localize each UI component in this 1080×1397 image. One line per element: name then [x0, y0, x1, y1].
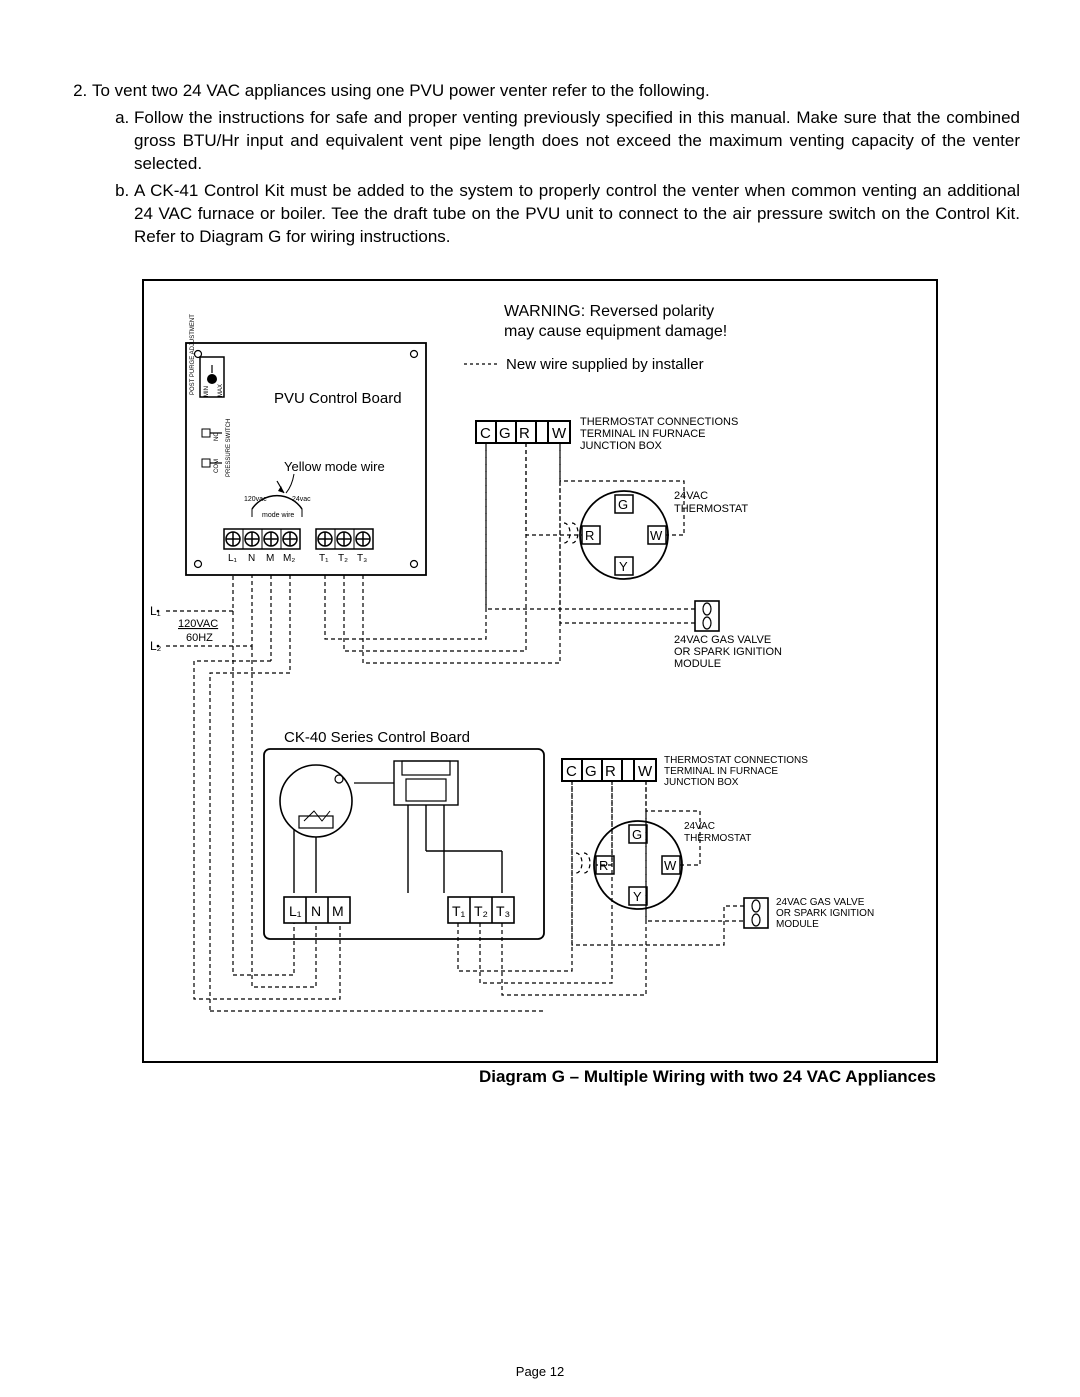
jb2-l1: THERMOSTAT CONNECTIONS: [664, 755, 808, 766]
ck-n: N: [311, 903, 321, 919]
mode-wire-label: mode wire: [262, 512, 294, 519]
pvu-term-m: M: [266, 553, 274, 564]
instruction-2a: Follow the instructions for safe and pro…: [134, 107, 1020, 176]
th2-y: Y: [633, 889, 642, 904]
upper-thermostat: G R W Y 24VAC THERMOSTAT: [580, 490, 748, 579]
pvu-term-l1: L₁: [228, 553, 238, 564]
warning-line1: WARNING: Reversed polarity: [504, 303, 714, 320]
jb-g: G: [499, 425, 511, 442]
post-purge-label: POST PURGE ADJUSTMENT: [190, 313, 196, 394]
jb-label2: TERMINAL IN FURNACE: [580, 428, 706, 440]
pressure-switch-label: PRESSURE SWITCH: [226, 418, 232, 476]
diagram-caption: Diagram G – Multiple Wiring with two 24 …: [144, 1067, 936, 1087]
gv-l3: MODULE: [674, 658, 721, 670]
gv-l1: 24VAC GAS VALVE: [674, 634, 771, 646]
lower-gas-valve: 24VAC GAS VALVE OR SPARK IGNITION MODULE: [744, 897, 874, 930]
l2-sym: L₂: [150, 639, 162, 653]
th-y: Y: [619, 559, 628, 574]
yellow-mode-label: Yellow mode wire: [284, 459, 385, 474]
th-g: G: [618, 497, 628, 512]
ck-t2: T₂: [474, 903, 488, 919]
pvu-term-m2: M₂: [283, 553, 295, 564]
th2-g: G: [632, 827, 642, 842]
th2-w: W: [664, 858, 677, 873]
gv-l2: OR SPARK IGNITION: [674, 646, 782, 658]
jb2-l2: TERMINAL IN FURNACE: [664, 766, 778, 777]
th-w: W: [650, 528, 663, 543]
v24-label: 24vac: [292, 496, 311, 503]
ck40-label: CK-40 Series Control Board: [284, 729, 470, 746]
ck-t1: T₁: [452, 903, 466, 919]
instruction-block: To vent two 24 VAC appliances using one …: [60, 80, 1020, 249]
warning-line2: may cause equipment damage!: [504, 323, 727, 340]
th-24-l2: THERMOSTAT: [674, 503, 748, 515]
instruction-2b: A CK-41 Control Kit must be added to the…: [134, 180, 1020, 249]
th2-24-l2: THERMOSTAT: [684, 833, 751, 844]
lower-junction-box: C G R W THERMOSTAT CONNECTIONS TERMINAL …: [562, 755, 808, 788]
instruction-2-text: To vent two 24 VAC appliances using one …: [92, 81, 710, 100]
jb-c: C: [480, 425, 491, 442]
ck40-control-board: CK-40 Series Control Board: [264, 729, 544, 939]
pvu-term-t2: T₂: [338, 553, 348, 564]
gv2-l2: OR SPARK IGNITION: [776, 908, 874, 919]
pvu-board-label: PVU Control Board: [274, 390, 402, 407]
upper-junction-box: C G R W THERMOSTAT CONNECTIONS TERMINAL …: [476, 416, 738, 452]
min-label: MIN: [204, 386, 210, 397]
gv2-l3: MODULE: [776, 919, 819, 930]
power-120: 120VAC: [178, 618, 218, 630]
legend-text: New wire supplied by installer: [506, 356, 704, 373]
jb2-w: W: [638, 763, 653, 780]
jb-r: R: [519, 425, 530, 442]
jb2-g: G: [585, 763, 597, 780]
com-label: COM: [214, 459, 220, 473]
jb2-l3: JUNCTION BOX: [664, 777, 739, 788]
jb-label1: THERMOSTAT CONNECTIONS: [580, 416, 738, 428]
jb-w: W: [552, 425, 567, 442]
power-lines: L₁ L₂ 120VAC 60HZ: [150, 604, 218, 653]
diagram-g: WARNING: Reversed polarity may cause equ…: [142, 279, 938, 1063]
lower-thermostat: G R W Y 24VAC THERMOSTAT: [594, 821, 751, 909]
ck-m: M: [332, 903, 344, 919]
pvu-term-t1: T₁: [319, 553, 329, 564]
pvu-term-n: N: [248, 553, 255, 564]
jb-label3: JUNCTION BOX: [580, 440, 663, 452]
th-24-l1: 24VAC: [674, 490, 708, 502]
jb2-c: C: [566, 763, 577, 780]
jb2-r: R: [605, 763, 616, 780]
power-60: 60HZ: [186, 632, 213, 644]
instruction-2: To vent two 24 VAC appliances using one …: [92, 80, 1020, 249]
pvu-control-board: PVU Control Board POST PURGE ADJUSTMENT …: [186, 313, 426, 574]
gv2-l1: 24VAC GAS VALVE: [776, 897, 865, 908]
upper-gas-valve: 24VAC GAS VALVE OR SPARK IGNITION MODULE: [674, 601, 782, 670]
ck-l1: L₁: [289, 903, 302, 919]
pvu-term-t3: T₃: [357, 553, 367, 564]
max-label: MAX: [218, 384, 224, 397]
v120-label: 120vac: [244, 496, 267, 503]
nc-label: NC: [214, 431, 220, 440]
page-footer: Page 12: [0, 1364, 1080, 1379]
ck-t3: T₃: [496, 903, 510, 919]
th-r: R: [585, 528, 594, 543]
